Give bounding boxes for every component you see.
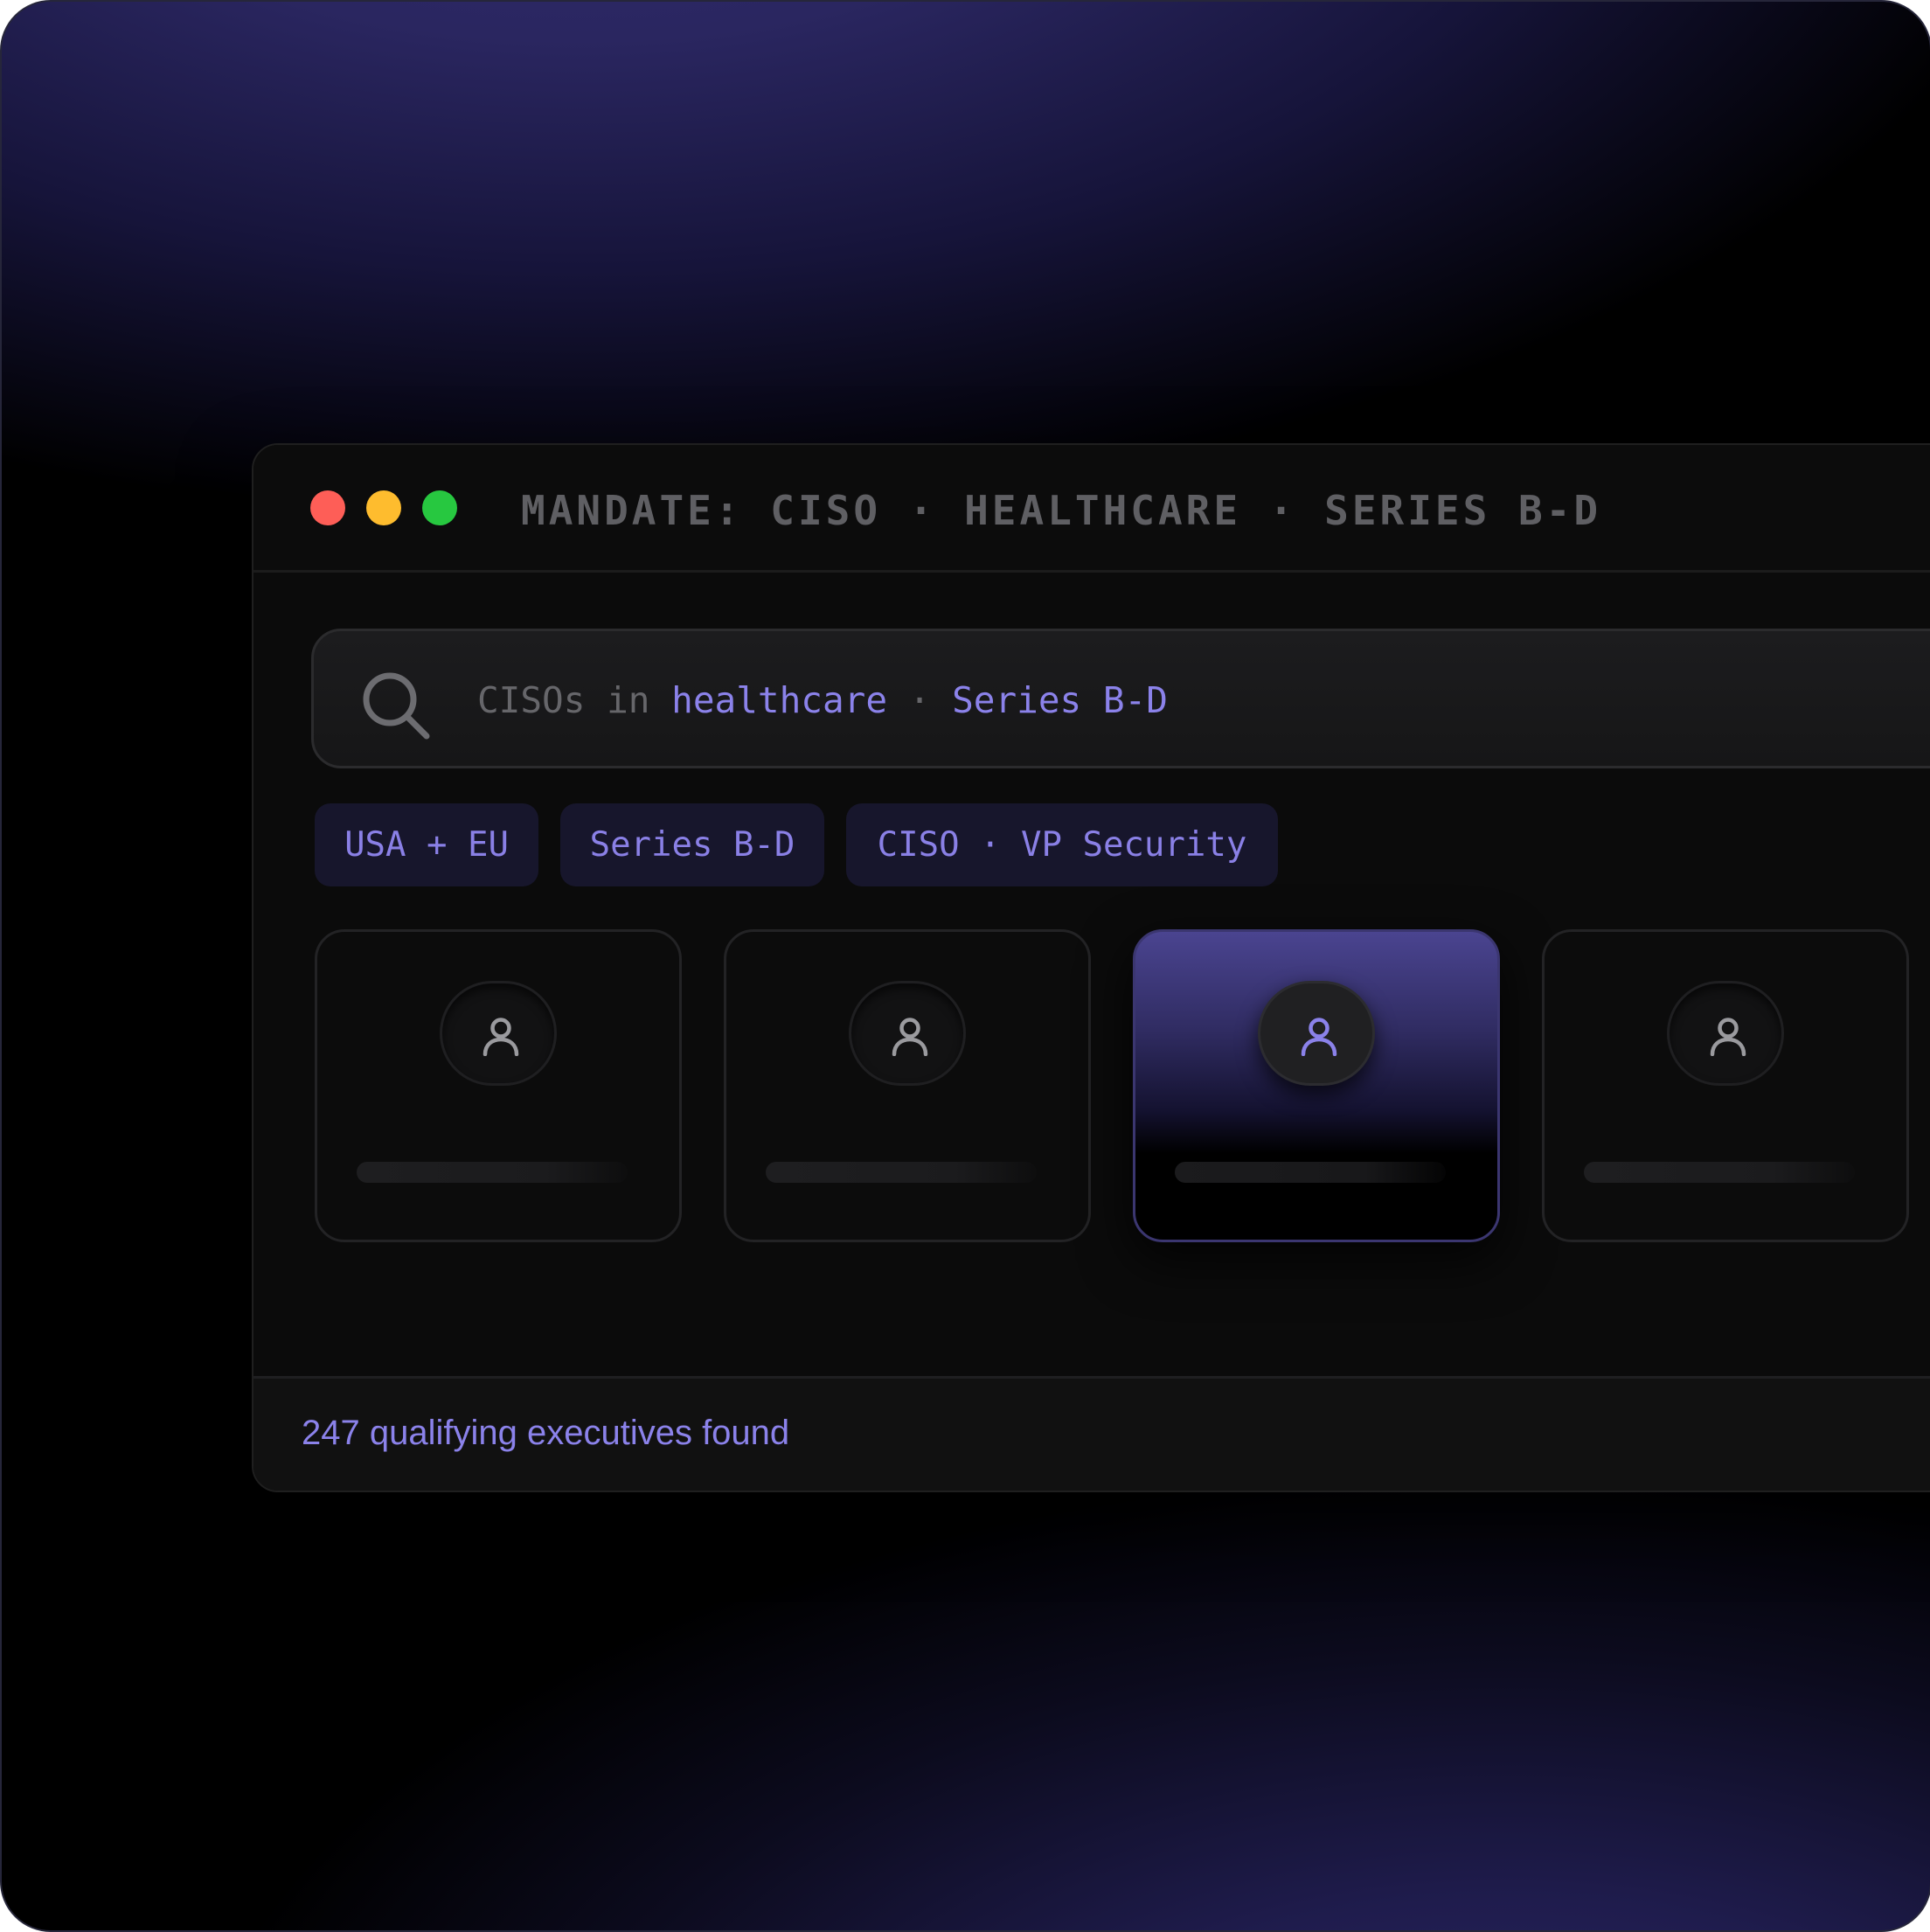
search-icon: [358, 668, 434, 743]
query-prefix: CISOs in: [477, 679, 672, 721]
user-icon: [1301, 1018, 1337, 1056]
search-query: CISOs in healthcare · Series B-D: [477, 679, 1168, 721]
candidate-card[interactable]: [1542, 929, 1909, 1242]
avatar: [849, 981, 966, 1086]
search-input[interactable]: CISOs in healthcare · Series B-D: [311, 629, 1930, 768]
name-placeholder-bar: [1584, 1162, 1855, 1183]
chip-role[interactable]: CISO · VP Security: [846, 803, 1278, 886]
avatar: [1258, 981, 1375, 1086]
minimize-window-button[interactable]: [366, 490, 401, 525]
query-separator: ·: [887, 679, 953, 721]
maximize-window-button[interactable]: [422, 490, 457, 525]
result-count: 247 qualifying executives found: [302, 1414, 790, 1452]
query-stage: Series B-D: [952, 679, 1168, 721]
avatar: [440, 981, 557, 1086]
name-placeholder-bar: [766, 1162, 1037, 1183]
chip-stage[interactable]: Series B-D: [560, 803, 824, 886]
candidate-card[interactable]: [315, 929, 682, 1242]
candidate-card-selected[interactable]: [1133, 929, 1500, 1242]
name-placeholder-bar: [1175, 1162, 1446, 1183]
query-industry: healthcare: [671, 679, 888, 721]
close-window-button[interactable]: [310, 490, 345, 525]
mandate-title: MANDATE: CISO · HEALTHCARE · SERIES B-D: [521, 487, 1602, 534]
title-bar: MANDATE: CISO · HEALTHCARE · SERIES B-D: [253, 445, 1930, 573]
chip-region[interactable]: USA + EU: [315, 803, 538, 886]
user-icon: [482, 1018, 519, 1056]
app-frame: MANDATE: CISO · HEALTHCARE · SERIES B-D …: [0, 0, 1930, 1932]
candidate-card[interactable]: [724, 929, 1091, 1242]
name-placeholder-bar: [357, 1162, 628, 1183]
user-icon: [1710, 1018, 1746, 1056]
avatar: [1667, 981, 1784, 1086]
search-window: MANDATE: CISO · HEALTHCARE · SERIES B-D …: [252, 443, 1930, 1492]
status-footer: 247 qualifying executives found: [253, 1376, 1930, 1491]
user-icon: [892, 1018, 928, 1056]
